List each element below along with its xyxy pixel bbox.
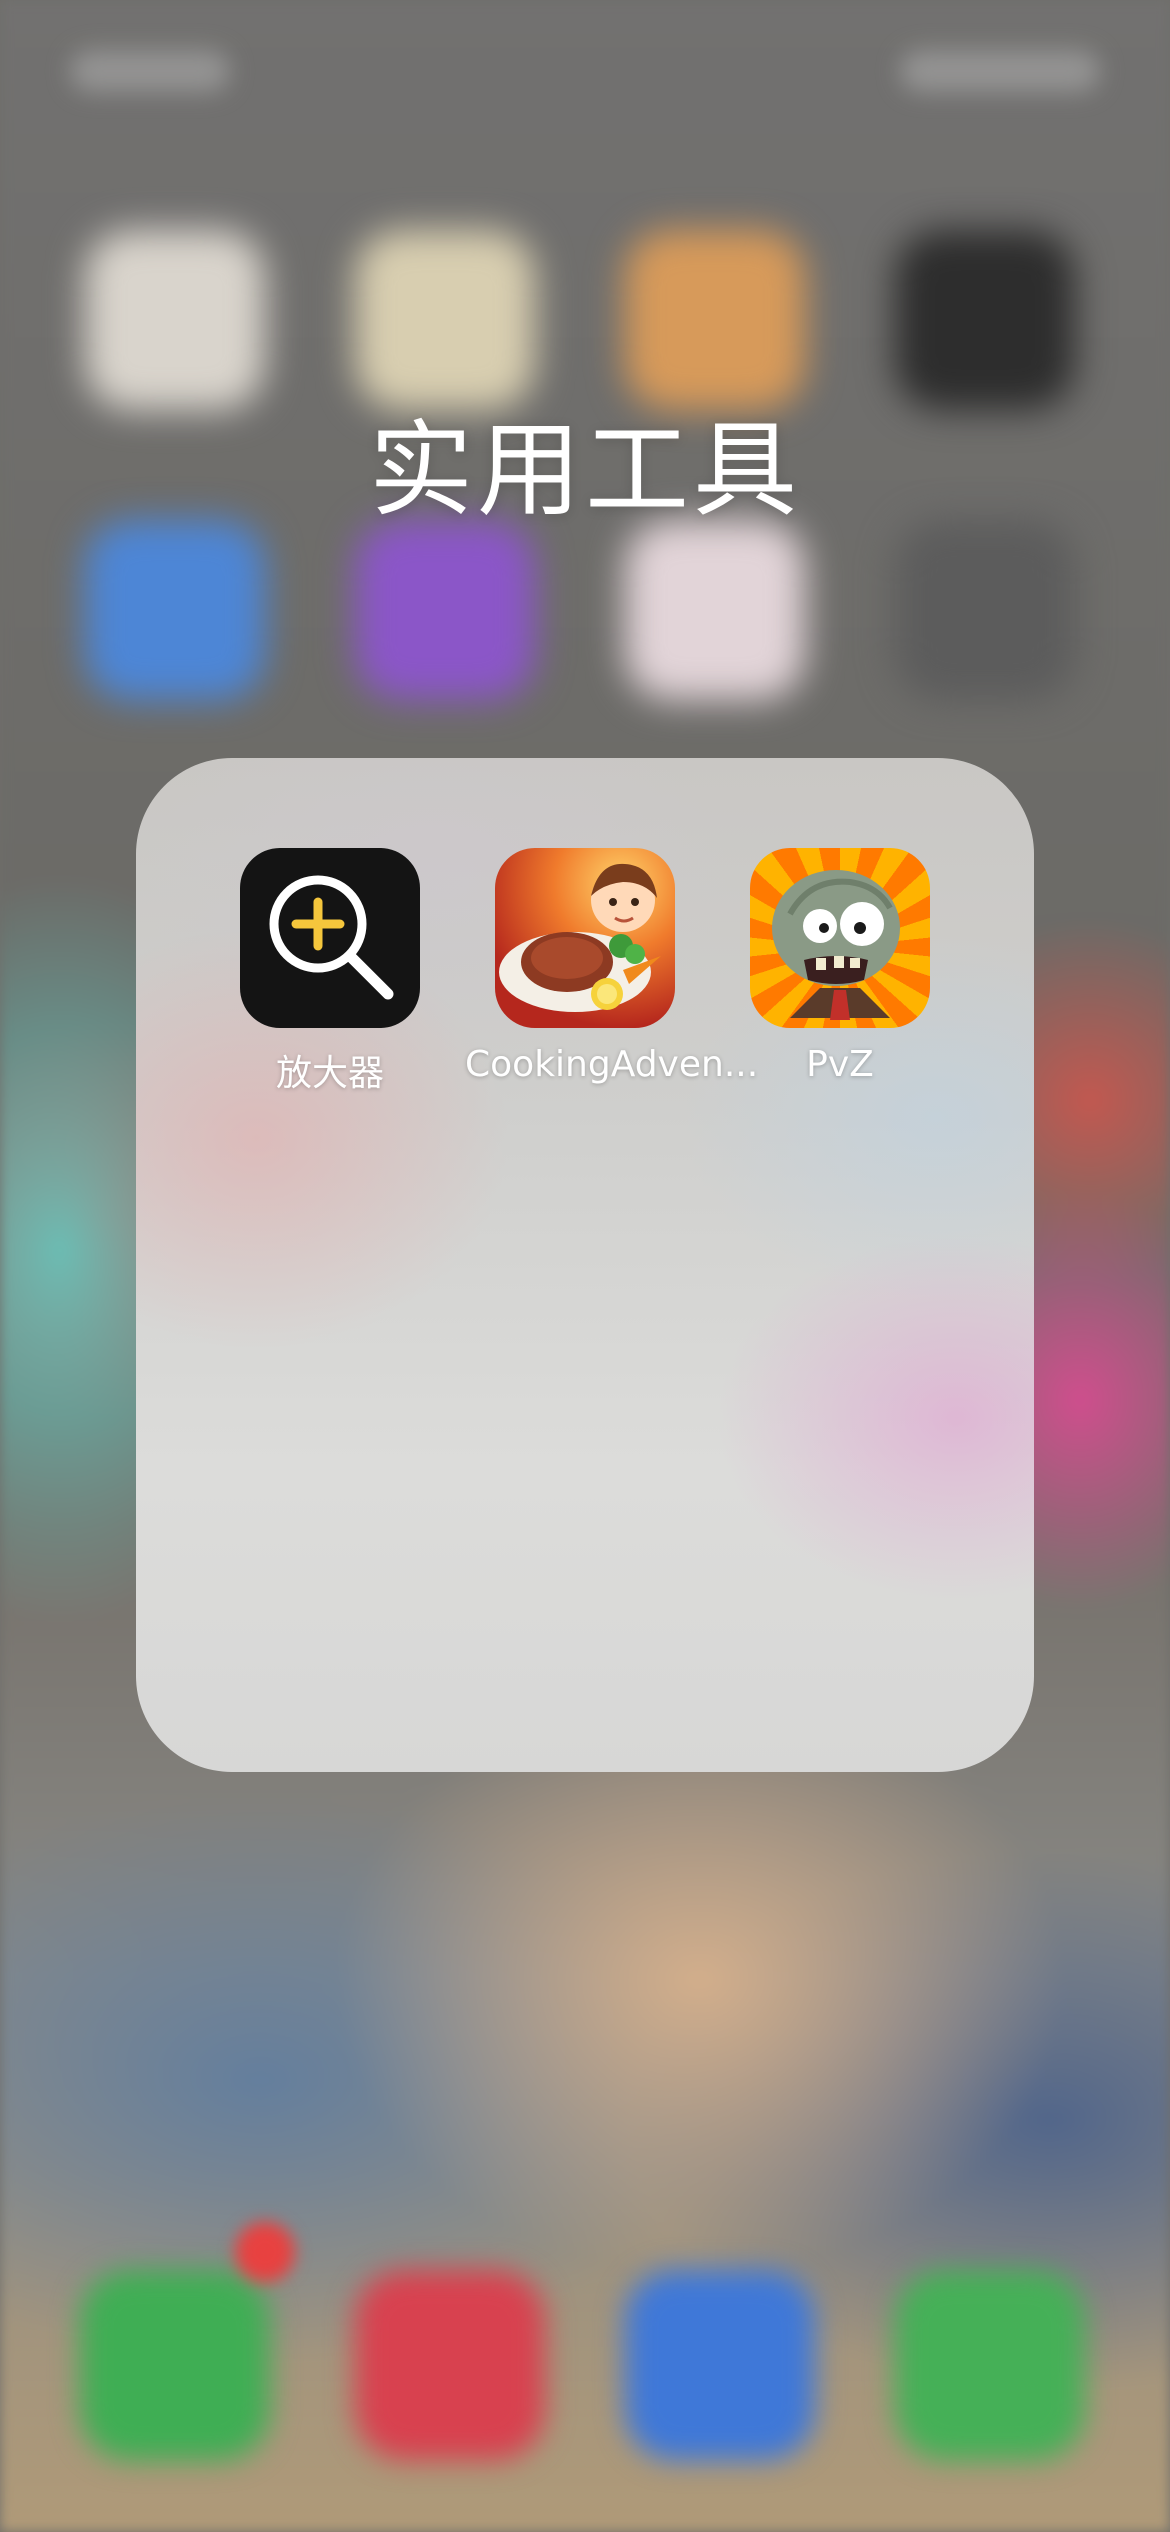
background-app-icon (625, 520, 805, 700)
app-label: 放大器 (275, 1053, 384, 1094)
background-app-icon (895, 230, 1075, 410)
dock-phone-icon (80, 2270, 270, 2460)
background-app-icon (355, 230, 535, 410)
app-cooking-adventure[interactable]: CookingAdven... (465, 848, 759, 1085)
app-label: CookingAdven... (465, 1044, 759, 1085)
status-bar-time-blurred (70, 50, 230, 92)
background-app-icon (625, 230, 805, 410)
dock-messages-icon (895, 2270, 1085, 2460)
app-label: PvZ (806, 1044, 874, 1085)
background-app-icon (85, 520, 265, 700)
folder-title[interactable]: 实用工具 (0, 385, 1170, 536)
background-app-icon (85, 230, 265, 410)
app-pvz[interactable]: PvZ (720, 848, 960, 1085)
dock-app-icon (355, 2270, 545, 2460)
app-magnifier[interactable]: 放大器 (210, 848, 450, 1096)
magnifier-icon[interactable] (240, 848, 420, 1028)
status-bar-indicators-blurred (900, 50, 1100, 92)
plants-vs-zombies-icon[interactable] (750, 848, 930, 1028)
dock-notification-badge (235, 2222, 295, 2282)
cooking-adventure-icon[interactable] (495, 848, 675, 1028)
dock-safari-icon (625, 2270, 815, 2460)
background-app-icon (895, 520, 1075, 700)
folder-panel: 放大器 CookingAdven... PvZ (136, 758, 1034, 1772)
background-app-icon (355, 520, 535, 700)
